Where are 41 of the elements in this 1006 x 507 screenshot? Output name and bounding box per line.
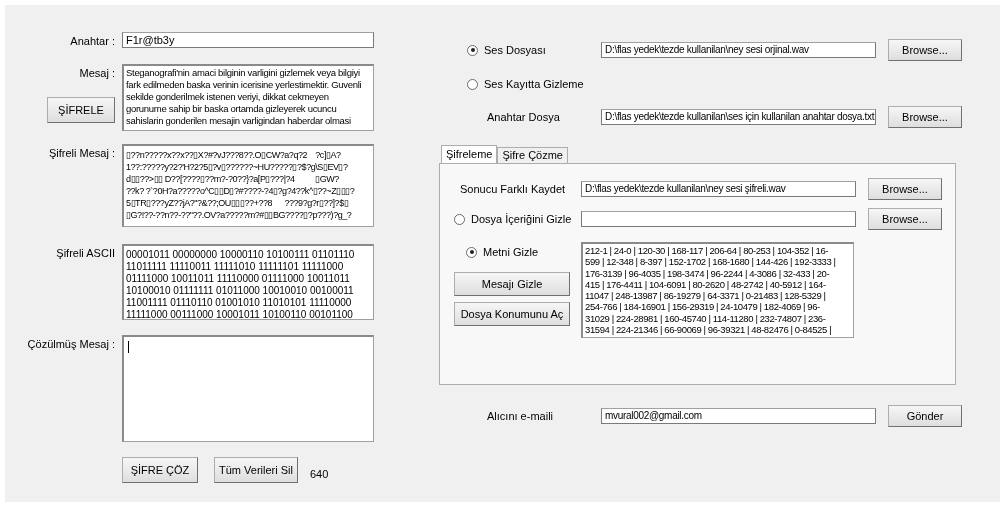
tab[interactable]: Şifreleme [441,145,498,163]
file-path-field[interactable]: D:\flas yedek\tezde kullanilan\ney sesi orjinal.wav [601,42,876,58]
field-label: Anahtar Dosya [486,111,561,123]
push-button[interactable]: ŞİFRE ÇÖZ [122,457,198,483]
push-button[interactable]: Gönder [888,405,962,427]
radio-label[interactable]: Dosya İçeriğini Gizle [471,213,572,225]
field-label: Şifreli ASCII [55,246,115,261]
field-label: Alıcını e-maili [486,410,555,422]
count-text: 640 [309,467,329,480]
radio-label[interactable]: Ses Dosyası [484,44,546,56]
output-box[interactable]: 212-1 | 24-0 | 120-30 | 168-117 | 206-64 | 80-253 | 104-352 | 16- 599 | 12-348 | 8-397 | 152-1702 | 168-1680 | 144-426 | 192-3333 | 176-3139 | 96-4035 | 198-3474 | 96-2244 | 4-3086 | 32-433 | 20- 415 | 176-4411 | 104-6091 | 80-2620 | 48-2742 | 40-5912 | 164- 11047 | 248-13987 | 86-19279 | 64-3371 | 0-21483 | 128-5329 | 254-766 | 184-16901 | 156-29319 | 24-10479 | 182-4069 | 96- 31029 | 224-28981 | 160-45740 | 114-11280 | 232-74807 | 236- 31594 | 224-21346 | 66-90069 | 96-39321 | 48-82476 | 0-84525 | [581,242,854,338]
tab[interactable]: Şifre Çözme [497,147,568,163]
radio-button[interactable] [467,44,478,56]
field-label: Mesaj : [79,66,115,79]
push-button[interactable]: Browse... [868,208,942,230]
push-button[interactable]: ŞİFRELE [47,97,115,123]
ascii-box[interactable]: 00001011 00000000 10000110 10100111 01101110 11011111 11110011 11111010 11111101 11111000 01111000 10011011 11110000 01111000 10011011 10100010 01111111 01011000 10010010 00100011 11001111 01110110 01001010 11010101 11110000 11111000 00111000 10001011 10100110 00101100 [122,244,374,320]
push-button[interactable]: Browse... [888,106,962,128]
push-button[interactable]: Tüm Verileri Sil [214,457,298,483]
key-field[interactable]: F1r@tb3y [122,32,374,48]
push-button[interactable]: Browse... [888,39,962,61]
file-path-field[interactable]: D:\flas yedek\tezde kullanilan\ney sesi şifreli.wav [581,181,856,197]
cipher-text-box[interactable]: ▯??n?????x??x??▯X?#?vJ???8??.O▯CW?a?q?2 ?c]▯A? 1??:?????y?2?'H?2?5▯?v▯??????~HU?????▯?$?g\S▯EV▯? d▯▯??>▯▯ D??[????▯??m?-?0??}?a[P▯???|?4 ▯GW? ??k? ?`?0H?a?????o^C▯▯D▯?#????-?4▯?g?4??k^▯??~Z▯▯▯? 5▯TR▯???yZ??jA?"?&??;OU▯▯▯??+??8 ???9?g?r▯??]?$▯ ▯G?!??-??n??-??"??.OV?a?????m?#▯▯BG????▯?p???)?g_? [122,144,374,227]
radio-button[interactable] [466,246,477,258]
email-field[interactable]: mvural002@gmail.com [601,408,876,424]
push-button[interactable]: Browse... [868,178,942,200]
push-button[interactable]: Mesajı Gizle [454,272,570,296]
file-path-field[interactable]: D:\flas yedek\tezde kullanilan\ses için kullanilan anahtar dosya.txt [601,109,876,125]
field-label: Şifreli Mesaj : [47,146,115,161]
radio-button[interactable] [467,78,478,90]
field-label: Anahtar : [69,34,115,48]
radio-label[interactable]: Ses Kayıtta Gizleme [484,78,584,90]
radio-label[interactable]: Metni Gizle [483,246,539,258]
field-label: Çözülmüş Mesaj : [26,337,115,352]
decoded-message-box[interactable] [122,335,374,442]
file-path-field[interactable] [581,211,856,227]
push-button[interactable]: Dosya Konumunu Aç [454,302,570,326]
text-cursor [128,341,129,353]
radio-button[interactable] [454,213,465,225]
field-label: Sonucu Farklı Kaydet [459,183,567,195]
message-box[interactable]: Steganografi'nin amaci bilginin varligini gizlemek veya bilgiyi fark edilmeden baska verinin icerisine yerlestimektir. Guvenli sekilde gonderilmek istenen veriyi, dikkat cekmeyen gorunume sahip bir baska ortamda gizleyerek ucuncu sahislarin gonderilen mesajin varligindan haberdar olmasi [122,64,374,131]
